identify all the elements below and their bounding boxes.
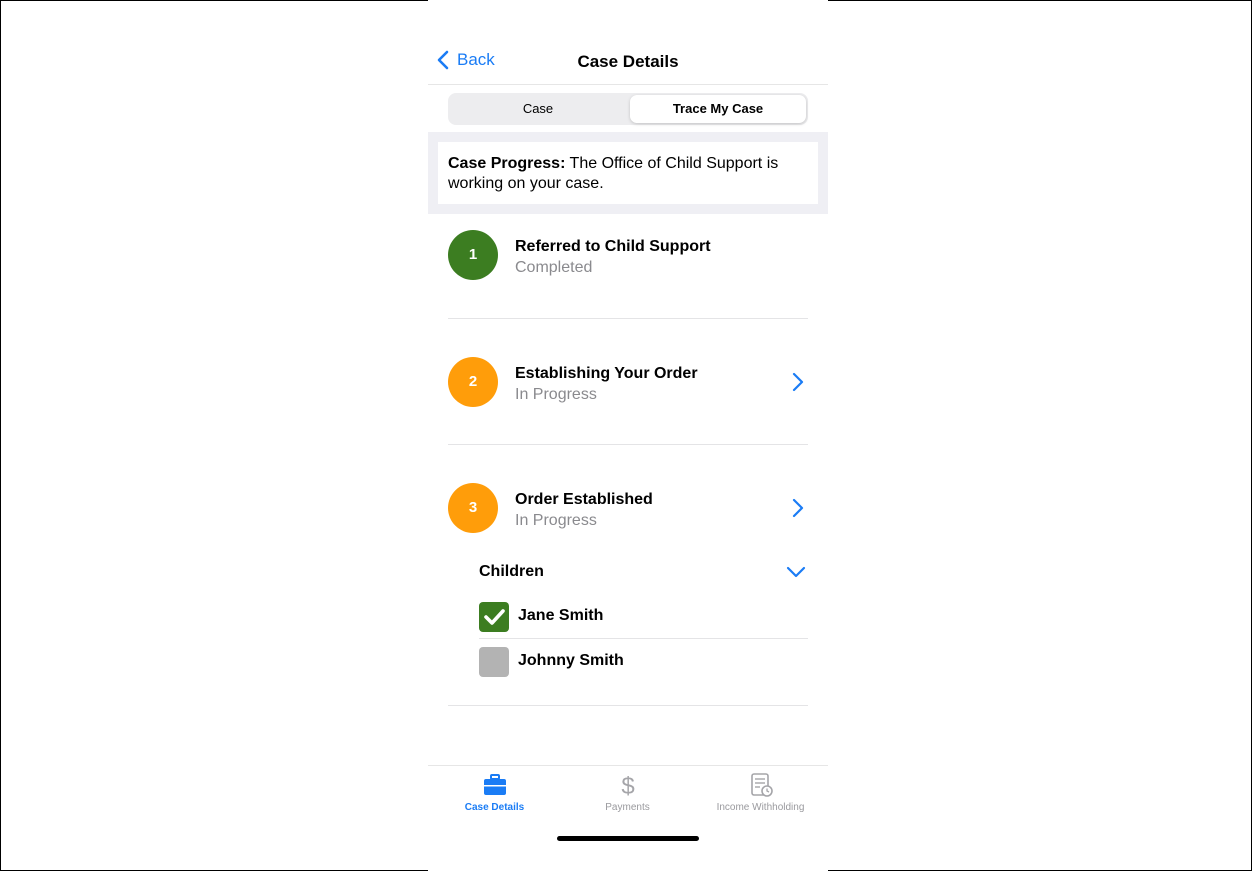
child-item-johnny-smith[interactable]: Johnny Smith (479, 641, 808, 681)
tabbar-item-payments[interactable]: $ Payments (561, 772, 694, 813)
briefcase-icon (483, 774, 506, 795)
tab-case[interactable]: Case (450, 95, 626, 123)
tab-label: Payments (605, 802, 650, 813)
case-progress-banner: Case Progress: The Office of Child Suppo… (438, 142, 818, 204)
tab-label: Case Details (464, 802, 525, 813)
chevron-down-icon[interactable] (786, 566, 806, 578)
home-indicator[interactable] (557, 836, 699, 841)
case-progress-section: Case Progress: The Office of Child Suppo… (428, 132, 828, 214)
svg-text:$: $ (621, 773, 634, 798)
navigation-bar: Back Case Details (428, 40, 828, 85)
checked-checkbox-icon[interactable] (479, 602, 509, 632)
app-screen: Back Case Details Case Trace My Case Cas… (428, 0, 828, 871)
step-title: Establishing Your Order (515, 365, 698, 382)
step-status: In Progress (515, 512, 597, 529)
divider (448, 318, 808, 319)
page-title: Case Details (577, 52, 679, 71)
case-progress-label: Case Progress: (448, 155, 566, 172)
child-name: Johnny Smith (518, 652, 624, 669)
tab-trace-my-case[interactable]: Trace My Case (630, 95, 806, 123)
tabbar-item-income-withholding[interactable]: Income Withholding (694, 772, 827, 813)
chevron-right-icon[interactable] (792, 372, 804, 392)
segmented-control: Case Trace My Case (448, 93, 808, 125)
tab-label: Income Withholding (716, 802, 805, 813)
document-clock-icon (750, 773, 773, 797)
tab-bar: Case Details $ Payments Income Withholdi… (428, 765, 828, 826)
step-number-badge: 3 (448, 483, 498, 533)
step-title: Referred to Child Support (515, 238, 711, 255)
segmented-control-container: Case Trace My Case (428, 85, 828, 132)
checkmark-icon (484, 609, 505, 625)
step-number-badge: 1 (448, 230, 498, 280)
step-title: Order Established (515, 491, 653, 508)
children-header: Children (479, 563, 544, 580)
divider (448, 705, 808, 706)
chevron-right-icon[interactable] (792, 498, 804, 518)
divider (479, 638, 808, 639)
child-item-jane-smith[interactable]: Jane Smith (479, 596, 808, 636)
child-name: Jane Smith (518, 607, 604, 624)
tabbar-item-case-details[interactable]: Case Details (428, 772, 561, 813)
dollar-icon: $ (621, 773, 634, 798)
step-status: In Progress (515, 386, 597, 403)
step-number-badge: 2 (448, 357, 498, 407)
unchecked-checkbox-icon[interactable] (479, 647, 509, 677)
step-status: Completed (515, 259, 593, 276)
divider (448, 444, 808, 445)
